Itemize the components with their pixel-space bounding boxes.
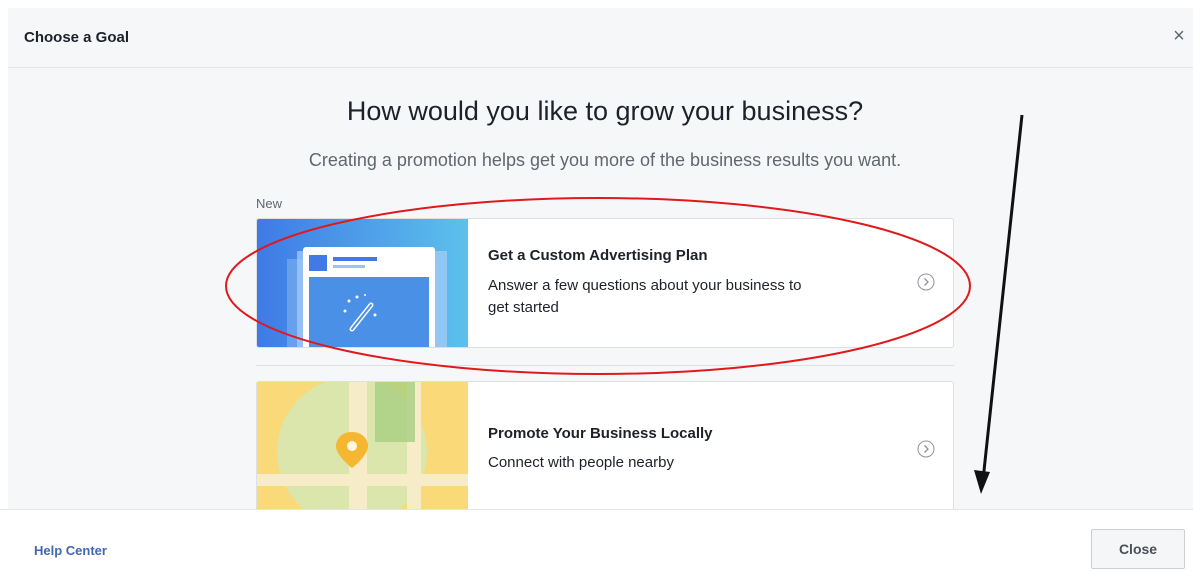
card-title: Get a Custom Advertising Plan xyxy=(488,247,708,264)
dialog-footer: Help Center Close xyxy=(0,509,1193,571)
close-icon[interactable]: × xyxy=(1169,26,1189,46)
card-title: Promote Your Business Locally xyxy=(488,425,713,442)
goal-card-custom-plan[interactable]: Get a Custom Advertising Plan Answer a f… xyxy=(256,218,954,348)
new-label: New xyxy=(256,196,283,211)
choose-goal-dialog: Choose a Goal × How would you like to gr… xyxy=(0,0,1193,571)
chevron-right-icon[interactable] xyxy=(917,273,935,291)
dialog-header: Choose a Goal × xyxy=(8,8,1193,68)
dialog-body: How would you like to grow your business… xyxy=(8,68,1193,509)
card-description: Connect with people nearby xyxy=(488,454,674,471)
card-description: Answer a few questions about your busine… xyxy=(488,277,802,316)
page-subtitle: Creating a promotion helps get you more … xyxy=(308,150,902,170)
goal-card-promote-locally[interactable]: Promote Your Business Locally Connect wi… xyxy=(256,381,954,509)
card-divider xyxy=(256,365,954,366)
close-button[interactable]: Close xyxy=(1091,529,1185,569)
local-map-illustration xyxy=(257,382,468,509)
dialog-title: Choose a Goal xyxy=(24,29,130,46)
chevron-right-icon[interactable] xyxy=(917,440,935,458)
custom-plan-illustration xyxy=(257,219,468,347)
page-title: How would you like to grow your business… xyxy=(346,96,864,126)
help-center-link[interactable]: Help Center xyxy=(34,543,107,558)
